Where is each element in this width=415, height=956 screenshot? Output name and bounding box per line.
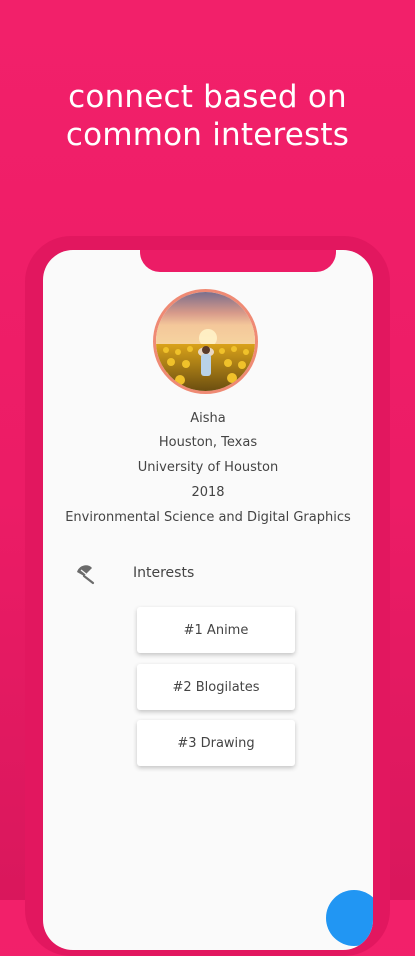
profile-year: 2018 — [191, 485, 225, 500]
headline-line-1: connect based on — [68, 79, 347, 115]
floating-action-button[interactable] — [326, 890, 373, 946]
profile-avatar[interactable] — [153, 289, 258, 394]
profile-major: Environmental Science and Digital Graphi… — [65, 510, 351, 525]
profile-school: University of Houston — [137, 460, 279, 475]
phone-screen: Aisha Houston, Texas University of Houst… — [43, 250, 373, 950]
beach-umbrella-icon — [73, 562, 97, 586]
profile-name: Aisha — [190, 411, 226, 426]
interest-card-1[interactable]: #1 Anime — [137, 607, 295, 653]
headline-line-2: common interests — [65, 117, 350, 153]
avatar-photo — [156, 292, 255, 391]
phone-notch — [140, 250, 336, 272]
profile-location: Houston, Texas — [158, 435, 258, 450]
interests-label: Interests — [133, 565, 195, 581]
interest-card-2[interactable]: #2 Blogilates — [137, 664, 295, 710]
interest-card-3[interactable]: #3 Drawing — [137, 720, 295, 766]
headline: connect based on common interests — [0, 78, 415, 154]
